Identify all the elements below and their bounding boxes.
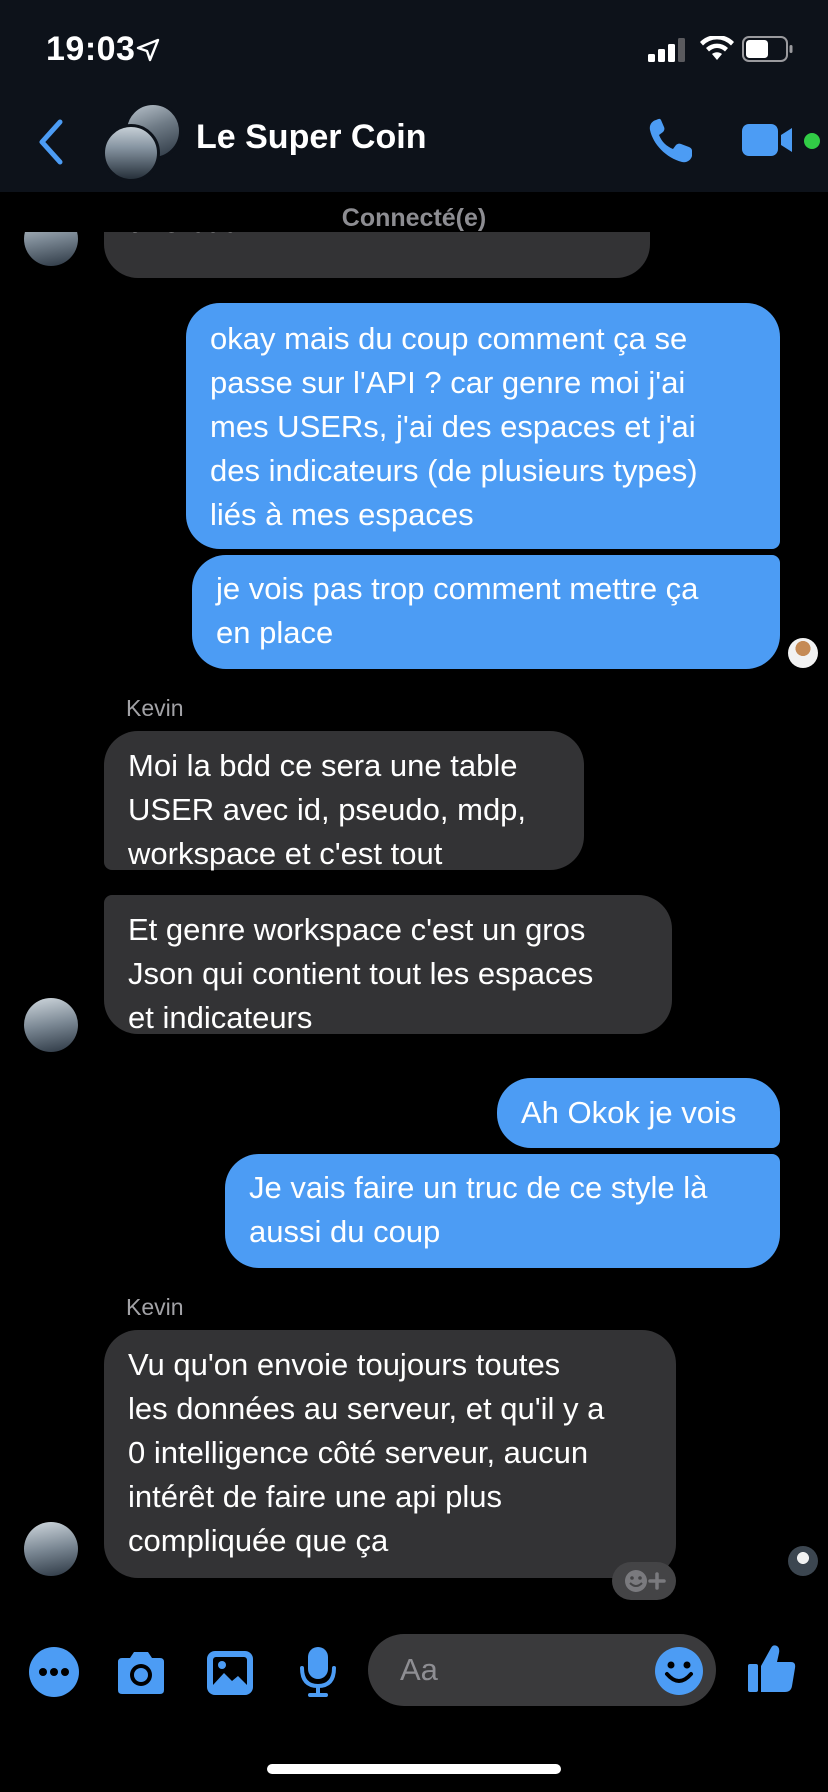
message-line: Moi la bdd ce sera une table: [128, 748, 518, 783]
message-line: des indicateurs (de plusieurs types): [210, 453, 698, 488]
message-line: et indicateurs: [128, 1000, 313, 1035]
message-line: aussi du coup: [249, 1214, 441, 1249]
read-receipt-avatar: [788, 1546, 818, 1576]
more-icon[interactable]: [28, 1646, 80, 1698]
message-line: Json qui contient tout les espaces: [128, 956, 594, 991]
message-line: okay mais du coup comment ça se: [210, 321, 688, 356]
message-incoming[interactable]: Vu qu'on envoie toujours toutes les donn…: [104, 1330, 676, 1578]
emoji-icon[interactable]: [654, 1646, 704, 1696]
message-line: compliquée que ça: [128, 1523, 389, 1558]
group-avatar[interactable]: [102, 102, 184, 182]
cellular-signal-icon: [648, 38, 685, 62]
message-outgoing[interactable]: okay mais du coup comment ça se passe su…: [186, 303, 780, 549]
message-list[interactable]: une bdd okay mais du coup comment ça se …: [0, 232, 828, 1618]
message-line: liés à mes espaces: [210, 497, 474, 532]
online-status-dot: [804, 133, 820, 149]
message-line: en place: [216, 615, 334, 650]
message-line: les données au serveur, et qu'il y a: [128, 1391, 605, 1426]
message-input-placeholder: Aa: [400, 1652, 438, 1687]
gallery-icon[interactable]: [206, 1650, 254, 1696]
conversation-title[interactable]: Le Super Coin: [196, 118, 426, 157]
read-receipt-avatar: [788, 638, 818, 668]
message-outgoing[interactable]: Je vais faire un truc de ce style là aus…: [225, 1154, 780, 1268]
message-outgoing[interactable]: Ah Okok je vois: [497, 1078, 780, 1148]
battery-icon: [742, 36, 793, 62]
message-line: 0 intelligence côté serveur, aucun: [128, 1435, 589, 1470]
sender-name: Kevin: [126, 695, 184, 721]
message-incoming[interactable]: Moi la bdd ce sera une table USER avec i…: [104, 731, 584, 871]
message-line: intérêt de faire une api plus: [128, 1479, 502, 1514]
message-line: Et genre workspace c'est un gros: [128, 912, 586, 947]
wifi-icon: [700, 36, 734, 60]
message-line: je vois pas trop comment mettre ça: [216, 571, 699, 606]
message-incoming[interactable]: une bdd: [104, 232, 650, 278]
location-arrow-icon: [136, 38, 160, 62]
avatar: [24, 998, 78, 1052]
microphone-icon[interactable]: [298, 1646, 338, 1698]
message-line: workspace et c'est tout: [128, 836, 443, 871]
avatar: [24, 1522, 78, 1576]
thumbs-up-icon[interactable]: [746, 1642, 798, 1694]
home-indicator: [267, 1764, 561, 1774]
message-line: Je vais faire un truc de ce style là: [249, 1170, 708, 1205]
status-time: 19:03: [46, 30, 136, 68]
camera-icon[interactable]: [114, 1650, 168, 1696]
avatar: [102, 124, 160, 182]
add-reaction-button[interactable]: [612, 1562, 676, 1600]
message-incoming[interactable]: Et genre workspace c'est un gros Json qu…: [104, 895, 672, 1035]
sender-name: Kevin: [126, 1294, 184, 1320]
message-text: une bdd: [128, 232, 240, 244]
message-line: USER avec id, pseudo, mdp,: [128, 792, 527, 827]
chevron-left-icon[interactable]: [36, 118, 66, 166]
phone-icon[interactable]: [646, 116, 696, 166]
avatar: [24, 232, 78, 266]
video-icon[interactable]: [740, 118, 798, 162]
emoji-add-icon: [625, 1570, 666, 1592]
message-line: Vu qu'on envoie toujours toutes: [128, 1347, 561, 1382]
message-outgoing[interactable]: je vois pas trop comment mettre ça en pl…: [192, 555, 780, 669]
message-text: Ah Okok je vois: [521, 1095, 737, 1130]
message-line: mes USERs, j'ai des espaces et j'ai: [210, 409, 696, 444]
presence-status: Connecté(e): [341, 204, 487, 232]
message-line: passe sur l'API ? car genre moi j'ai: [210, 365, 686, 400]
